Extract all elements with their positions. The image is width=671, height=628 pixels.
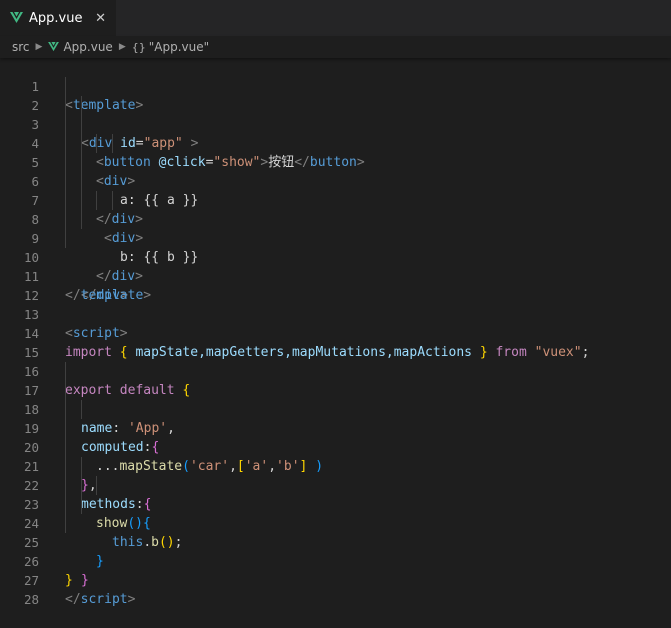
vue-file-icon xyxy=(10,12,23,23)
code-line: 18 computed:{ xyxy=(0,381,671,455)
code-line: 25 } xyxy=(0,514,671,588)
chevron-right-icon: ▶ xyxy=(35,42,43,52)
code-line: 22 show(){ xyxy=(0,457,671,531)
breadcrumb-file[interactable]: App.vue xyxy=(63,40,112,54)
code-line: 15 xyxy=(0,324,671,360)
code-line: 17 name: 'App', xyxy=(0,362,671,436)
code-line: 9 </div> xyxy=(0,210,671,284)
code-line: 20 }, xyxy=(0,419,671,493)
code-line: 27 </script> xyxy=(0,552,671,607)
code-line: 11 </template> xyxy=(0,248,671,303)
tab-bar: App.vue ✕ xyxy=(0,0,671,36)
code-line: 5 a: {{ a }} xyxy=(0,134,671,208)
line-number: 28 xyxy=(23,592,39,607)
chevron-right-icon: ▶ xyxy=(118,42,126,52)
code-line: 8 b: {{ b }} xyxy=(0,191,671,265)
code-line: 6 </div> xyxy=(0,153,671,227)
code-line: 12 xyxy=(0,267,671,303)
code-line: 16 export default { xyxy=(0,343,671,398)
code-editor[interactable]: 1 <template> 2 <div id="app" > 3 <button… xyxy=(0,58,671,607)
code-line: 21 methods:{ xyxy=(0,438,671,512)
breadcrumb-folder[interactable]: src xyxy=(12,40,30,54)
code-line: 7 <div> xyxy=(0,172,671,246)
tab-app-vue[interactable]: App.vue ✕ xyxy=(0,0,116,36)
code-line: 14 import { mapState,mapGetters,mapMutat… xyxy=(0,305,671,360)
code-line: 3 <button @click="show">按钮</button> xyxy=(0,96,671,170)
code-line: 1 <template> xyxy=(0,58,671,113)
close-icon[interactable]: ✕ xyxy=(95,11,106,26)
breadcrumb-symbol[interactable]: "App.vue" xyxy=(149,40,209,54)
code-line: 2 <div id="app" > xyxy=(0,77,671,151)
code-line: 23 this.b(); xyxy=(0,476,671,550)
code-line: 10 </div> xyxy=(0,229,671,303)
code-line: 26 } xyxy=(0,533,671,588)
breadcrumb: src ▶ App.vue ▶ {} "App.vue" xyxy=(0,36,671,58)
tab-label: App.vue xyxy=(29,10,83,26)
braces-icon: {} xyxy=(131,40,146,54)
code-line: 19 ...mapState('car',['a','b'] ) xyxy=(0,400,671,474)
code-line: 13 <script> xyxy=(0,286,671,341)
code-line: 24 } xyxy=(0,495,671,569)
code-line: 4 <div> xyxy=(0,115,671,189)
code-line: 28 xyxy=(0,571,671,607)
vue-file-icon xyxy=(48,42,60,52)
